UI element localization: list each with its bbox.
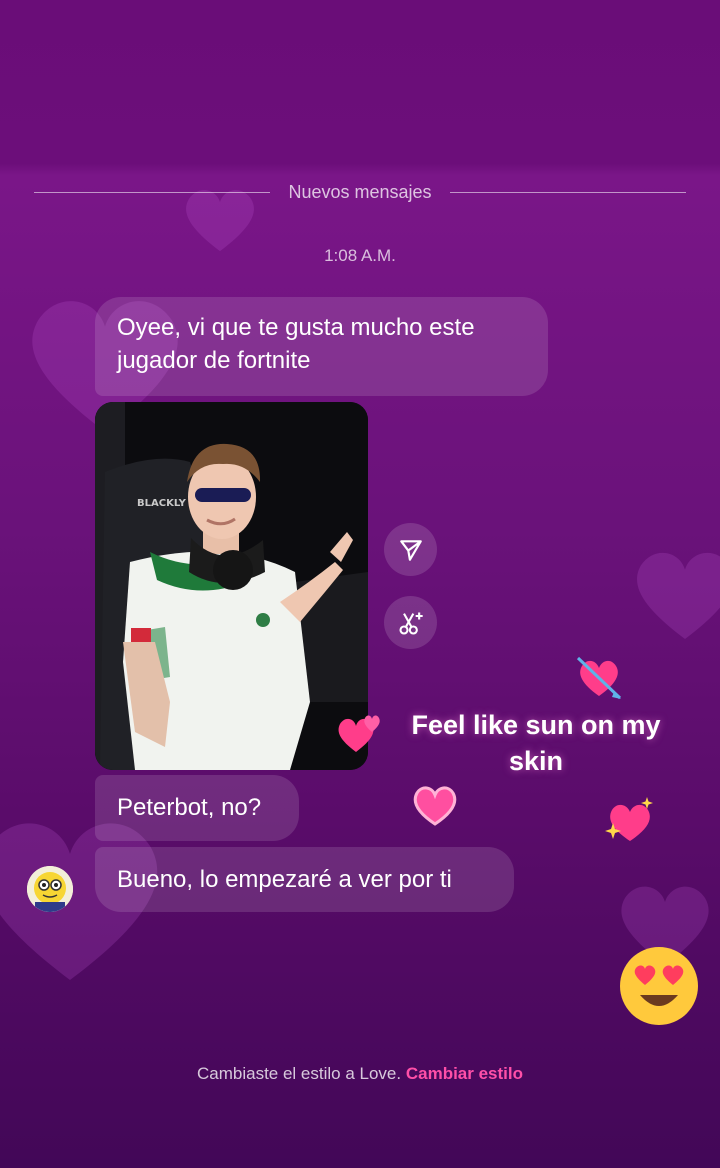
message-text: Bueno, lo empezaré a ver por ti [117, 866, 452, 893]
share-button[interactable] [384, 523, 437, 576]
heart-with-arrow-icon [576, 656, 622, 700]
message-bubble[interactable]: Oyee, vi que te gusta mucho este jugador… [95, 297, 548, 396]
photo-image: BLACKLY [95, 402, 368, 770]
remix-button[interactable] [384, 596, 437, 649]
message-text: Peterbot, no? [117, 794, 262, 821]
avatar-image [27, 866, 73, 912]
new-messages-separator: Nuevos mensajes [34, 178, 687, 206]
scissors-sparkle-icon [398, 612, 423, 635]
separator-line-right [449, 191, 687, 193]
background-heart-decoration [637, 552, 720, 639]
two-hearts-sticker-icon [338, 715, 380, 752]
pink-heart-icon [413, 786, 457, 826]
message-bubble[interactable]: Peterbot, no? [95, 775, 299, 841]
message-timestamp: 1:08 A.M. [324, 246, 396, 265]
chair-brand-text: BLACKLY [137, 498, 187, 509]
message-bubble[interactable]: Bueno, lo empezaré a ver por ti [95, 847, 514, 912]
sticker-caption: Feel like sun on my skin [411, 710, 661, 776]
separator-line-left [34, 191, 271, 193]
heart-eyes-emoji-icon [620, 947, 698, 1025]
user-avatar[interactable] [27, 866, 73, 912]
shared-photo[interactable]: BLACKLY [95, 402, 368, 770]
change-style-link[interactable]: Cambiar estilo [406, 1064, 523, 1083]
separator-label: Nuevos mensajes [288, 181, 432, 202]
send-icon [399, 539, 422, 561]
style-change-notice: Cambiaste el estilo a Love. Cambiar esti… [0, 1064, 720, 1084]
style-change-text: Cambiaste el estilo a Love. [197, 1064, 402, 1083]
sparkling-heart-icon [605, 797, 653, 841]
message-text: Oyee, vi que te gusta mucho este jugador… [117, 314, 475, 374]
